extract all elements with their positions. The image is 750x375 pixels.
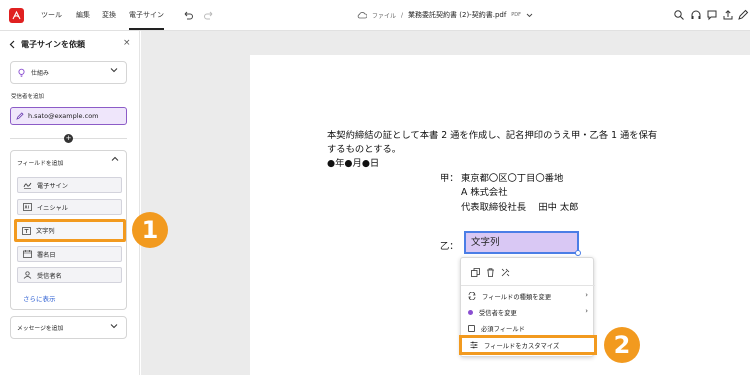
- signature-icon: [23, 182, 32, 189]
- menu-esign[interactable]: 電子サイン: [129, 10, 164, 30]
- redo-icon[interactable]: [203, 9, 215, 21]
- add-message-section[interactable]: メッセージを追加: [10, 316, 127, 339]
- chevron-right-icon: ›: [585, 307, 588, 315]
- recipient-email: h.sato@example.com: [28, 112, 99, 120]
- sliders-icon: [470, 341, 478, 349]
- party-b-label: 乙：: [440, 241, 459, 252]
- swap-icon: [468, 292, 476, 300]
- field-signature-button[interactable]: 電子サイン: [17, 177, 122, 193]
- panel-title: 電子サインを依頼: [21, 40, 85, 49]
- recipient-email-field[interactable]: h.sato@example.com: [10, 107, 127, 125]
- add-recipient-icon[interactable]: +: [64, 134, 73, 143]
- field-initials-button[interactable]: イニシャル: [17, 199, 122, 215]
- menu-item-label: フィールドの種類を変更: [482, 293, 552, 301]
- field-label: 受信者名: [37, 272, 62, 280]
- document-canvas: [141, 31, 750, 375]
- menu-divider: [461, 285, 595, 286]
- top-toolbar: ツール 編集 変換 電子サイン ファイル / 業務委託契約書 (2)-契約書.p…: [0, 0, 750, 31]
- document-date-line: ●年●月●日: [327, 158, 380, 169]
- trash-icon[interactable]: [486, 268, 495, 277]
- resize-handle[interactable]: [575, 250, 581, 256]
- document-title-bar[interactable]: ファイル / 業務委託契約書 (2)-契約書.pdf PDF: [357, 10, 533, 20]
- properties-icon[interactable]: [501, 268, 510, 277]
- customize-field-item[interactable]: フィールドをカスタマイズ: [459, 335, 597, 355]
- copy-icon[interactable]: [471, 268, 480, 277]
- search-icon[interactable]: [673, 9, 685, 21]
- add-fields-section: フィールドを追加 電子サイン イニシャル 文字列 署名日 受信者名 さらに表示: [10, 150, 127, 310]
- document-text-line1: 本契約締結の証として本書 2 通を作成し、記名押印のうえ甲・乙各 1 通を保有: [327, 130, 658, 141]
- menu-edit[interactable]: 編集: [76, 10, 90, 20]
- pen-icon: [16, 112, 24, 120]
- back-arrow-icon[interactable]: [9, 40, 15, 49]
- dropdown-label: 仕組み: [31, 70, 50, 77]
- required-field-item[interactable]: 必須フィールド: [468, 322, 592, 334]
- chevron-down-icon: [110, 68, 118, 73]
- party-a-company: A 株式会社: [461, 187, 508, 198]
- party-a-representative: 代表取締役社長 田中 太郎: [461, 202, 579, 213]
- text-field-icon: [22, 226, 31, 235]
- document-name[interactable]: 業務委託契約書 (2)-契約書.pdf: [408, 10, 506, 20]
- menu-convert[interactable]: 変換: [102, 10, 116, 20]
- pencil-icon[interactable]: [737, 9, 749, 21]
- checkbox-icon[interactable]: [468, 324, 475, 332]
- placed-text-field[interactable]: 文字列: [464, 231, 579, 254]
- menu-item-label: 必須フィールド: [481, 325, 525, 333]
- fields-section-title: フィールドを追加: [17, 161, 64, 167]
- field-name-button[interactable]: 受信者名: [17, 267, 122, 283]
- how-it-works-dropdown[interactable]: 仕組み: [10, 61, 127, 84]
- path-separator: /: [401, 11, 404, 19]
- chevron-down-icon[interactable]: [526, 13, 533, 18]
- menu-item-label: フィールドをカスタマイズ: [484, 342, 560, 350]
- change-recipient-item[interactable]: 受信者を変更 ›: [468, 306, 592, 318]
- lightbulb-icon: [18, 68, 25, 77]
- field-text-button[interactable]: 文字列: [14, 219, 126, 242]
- menu-item-label: 受信者を変更: [479, 309, 517, 317]
- show-more-link[interactable]: さらに表示: [23, 293, 56, 303]
- chevron-up-icon[interactable]: [111, 156, 119, 162]
- chevron-right-icon: ›: [585, 291, 588, 299]
- file-type-badge: PDF: [511, 12, 522, 18]
- close-icon[interactable]: ×: [123, 38, 131, 48]
- initials-icon: [23, 203, 32, 211]
- step-callout-1: 1: [132, 212, 168, 248]
- step-callout-2: 2: [604, 327, 640, 363]
- share-icon[interactable]: [722, 9, 734, 21]
- party-a-address: 東京都〇区〇丁目〇番地: [461, 173, 564, 184]
- file-label[interactable]: ファイル: [372, 11, 396, 20]
- acrobat-logo-icon[interactable]: [9, 8, 24, 23]
- recipient-color-icon: [468, 309, 473, 315]
- field-label: 電子サイン: [37, 182, 68, 190]
- headphones-icon[interactable]: [690, 9, 702, 21]
- chevron-down-icon: [110, 324, 118, 329]
- panel-header: 電子サインを依頼: [9, 39, 85, 50]
- field-date-button[interactable]: 署名日: [17, 246, 122, 262]
- person-icon: [23, 271, 32, 279]
- cloud-icon: [357, 12, 367, 19]
- change-field-type-item[interactable]: フィールドの種類を変更 ›: [468, 290, 592, 302]
- context-toolbar: [471, 268, 510, 277]
- menu-tools[interactable]: ツール: [41, 10, 62, 20]
- undo-icon[interactable]: [182, 9, 194, 21]
- field-label: イニシャル: [37, 204, 68, 212]
- party-a-label: 甲：: [440, 173, 459, 184]
- field-label: 署名日: [37, 251, 56, 259]
- date-icon: [23, 250, 32, 258]
- comment-icon[interactable]: [706, 9, 718, 21]
- recipients-label: 受信者を追加: [11, 94, 45, 100]
- field-label: 文字列: [36, 228, 55, 235]
- document-text-line2: するものとする。: [327, 144, 402, 155]
- message-section-title: メッセージを追加: [17, 326, 64, 332]
